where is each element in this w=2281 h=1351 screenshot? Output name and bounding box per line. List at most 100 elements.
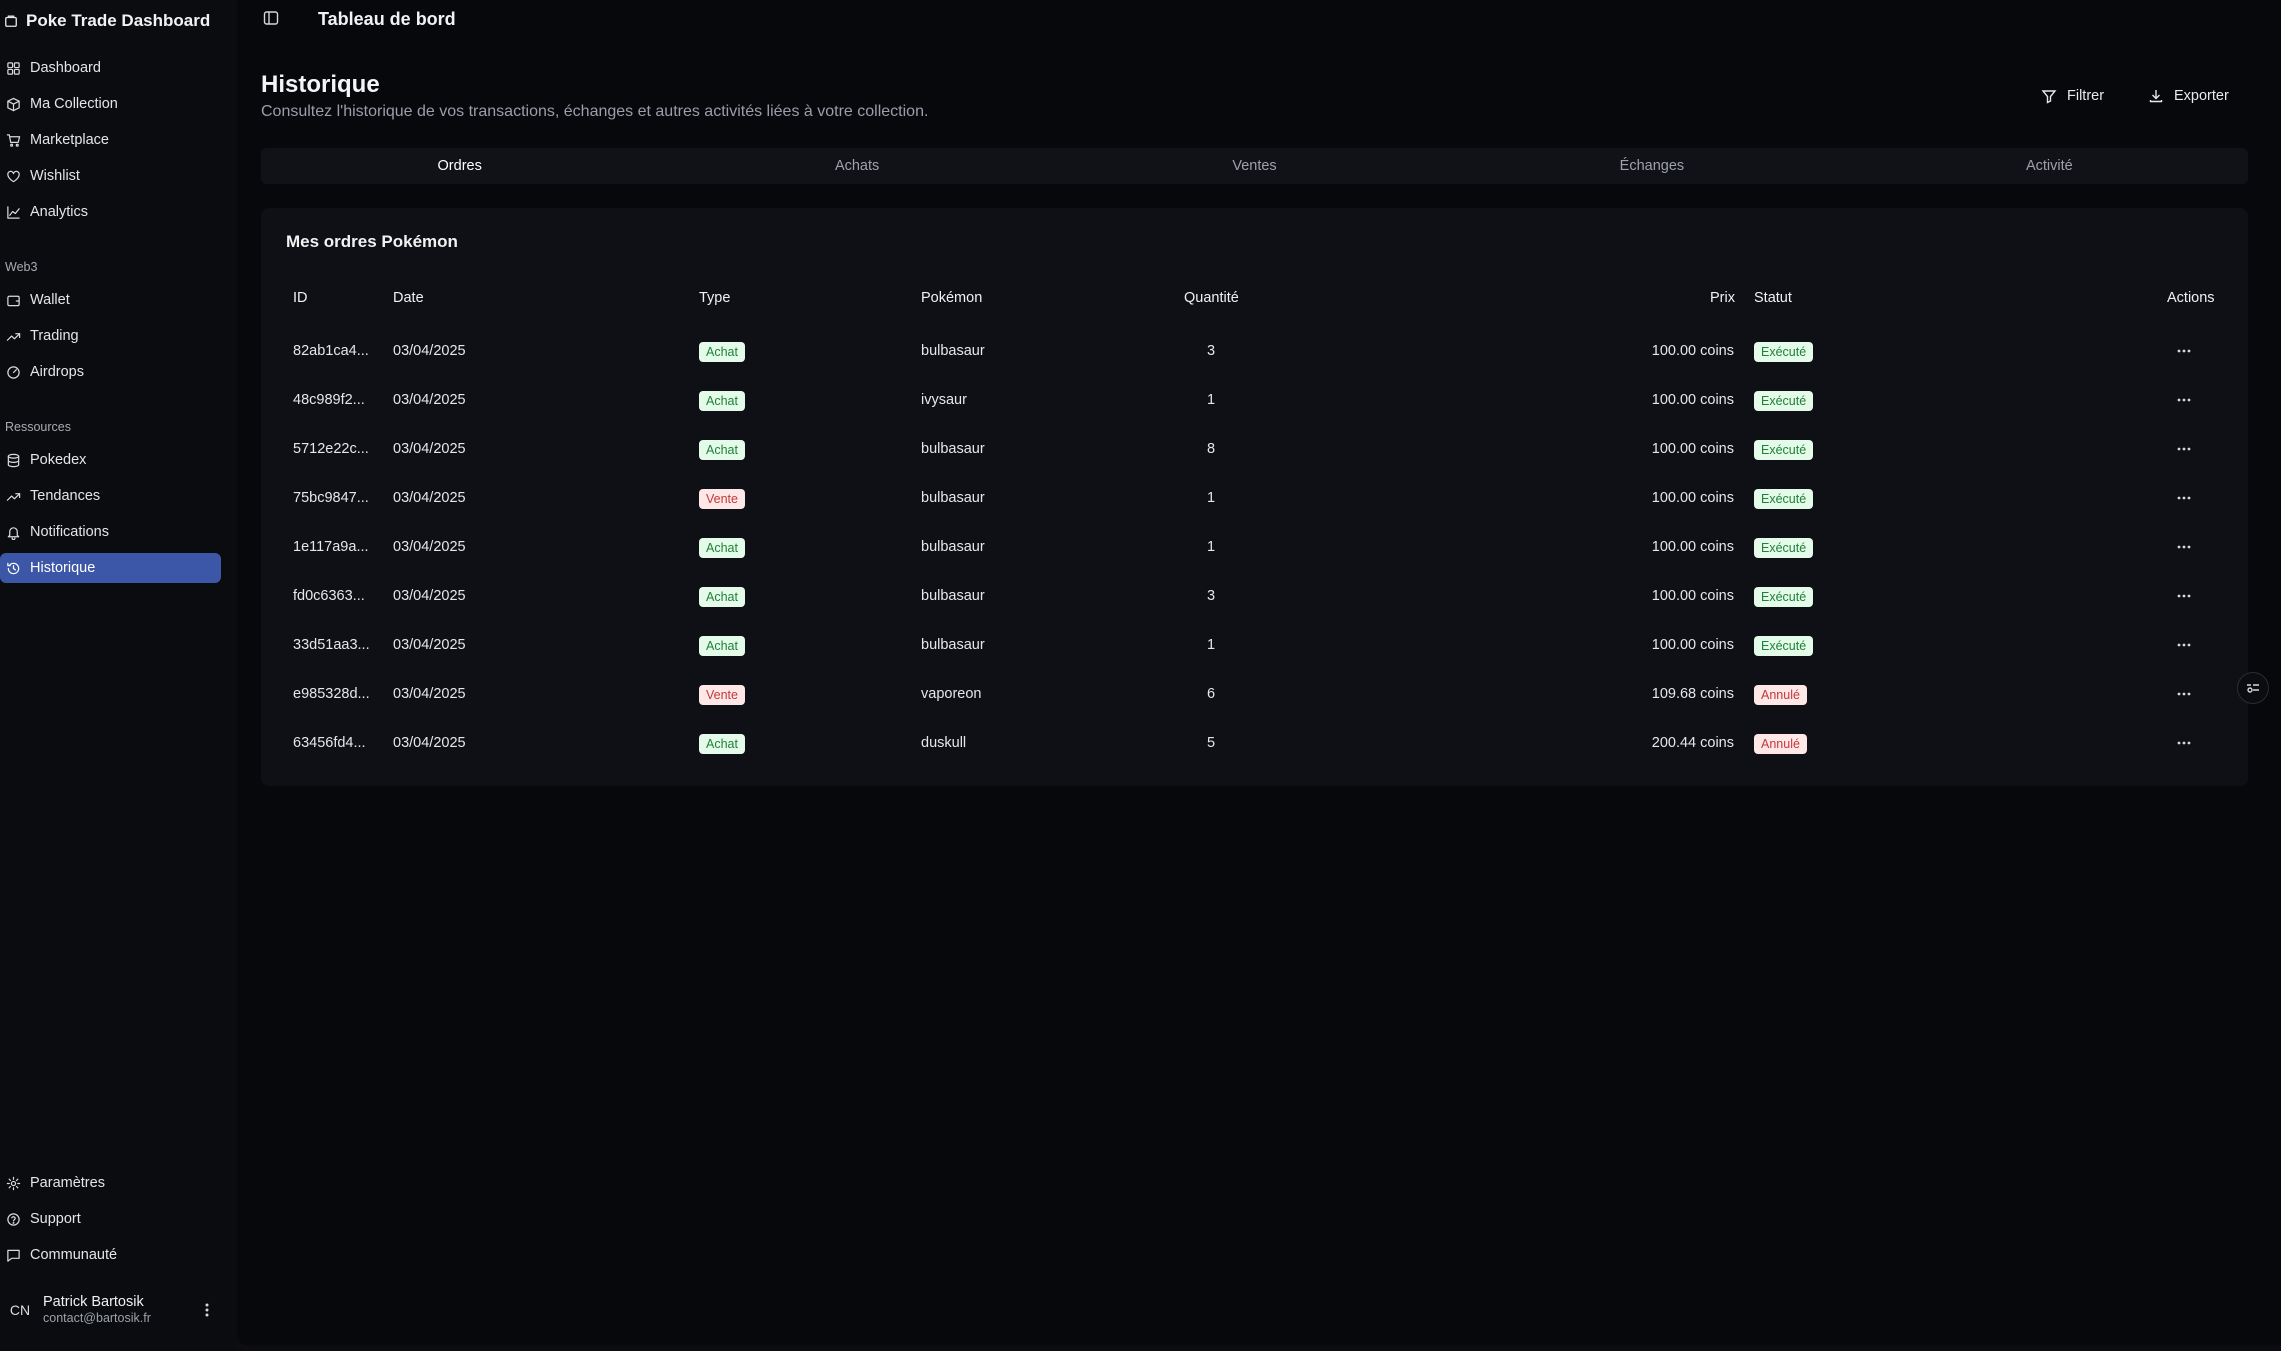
- cell-price: 100.00 coins: [1651, 490, 1734, 506]
- message-icon: [7, 1249, 20, 1262]
- settings-sliders-icon[interactable]: [2237, 672, 2269, 704]
- sidebar-item-label: Dashboard: [30, 60, 101, 76]
- sidebar-item-label: Support: [30, 1211, 81, 1227]
- sidebar-item-airdrops[interactable]: Airdrops: [0, 357, 221, 387]
- history-icon: [7, 562, 20, 574]
- sidebar-item-label: Trading: [30, 328, 79, 344]
- user-email: contact@bartosik.fr: [43, 1311, 151, 1325]
- filter-button[interactable]: Filtrer: [2027, 80, 2118, 112]
- tab-echanges[interactable]: Échanges: [1453, 148, 1850, 184]
- avatar: CN: [9, 1302, 31, 1318]
- sidebar-item-label: Marketplace: [30, 132, 109, 148]
- type-badge: Vente: [699, 489, 745, 509]
- cell-date: 03/04/2025: [393, 343, 466, 359]
- sidebar-toggle-icon[interactable]: [263, 10, 281, 28]
- more-horizontal-icon[interactable]: [2174, 439, 2194, 459]
- tab-activite[interactable]: Activité: [1851, 148, 2248, 184]
- sidebar-item-label: Historique: [30, 560, 96, 576]
- cell-date: 03/04/2025: [393, 588, 466, 604]
- cell-date: 03/04/2025: [393, 637, 466, 653]
- sidebar-item-marketplace[interactable]: Marketplace: [0, 125, 221, 155]
- cell-pokemon: bulbasaur: [921, 343, 985, 359]
- cart-icon: [6, 133, 21, 147]
- sidebar-item-label: Communauté: [30, 1247, 118, 1263]
- sidebar-item-communaute[interactable]: Communauté: [0, 1240, 221, 1270]
- type-badge: Achat: [699, 391, 745, 411]
- chart-line-icon: [7, 205, 20, 219]
- more-horizontal-icon[interactable]: [2174, 537, 2194, 557]
- more-horizontal-icon[interactable]: [2174, 733, 2194, 753]
- export-button[interactable]: Exporter: [2134, 80, 2243, 112]
- package-icon: [5, 15, 17, 27]
- brand[interactable]: Poke Trade Dashboard: [4, 10, 210, 32]
- cell-price: 100.00 coins: [1651, 441, 1734, 457]
- page-subtitle: Consultez l'historique de vos transactio…: [261, 103, 929, 120]
- sidebar-item-historique[interactable]: Historique: [0, 553, 221, 583]
- tab-ventes[interactable]: Ventes: [1056, 148, 1453, 184]
- more-horizontal-icon[interactable]: [2174, 390, 2194, 410]
- tab-achats[interactable]: Achats: [658, 148, 1055, 184]
- more-vertical-icon[interactable]: [199, 1302, 215, 1318]
- cell-pokemon: bulbasaur: [921, 490, 985, 506]
- sidebar-item-parametres[interactable]: Paramètres: [0, 1168, 221, 1198]
- sidebar-item-dashboard[interactable]: Dashboard: [0, 53, 221, 83]
- wallet-icon: [7, 295, 20, 306]
- sidebar-item-label: Wallet: [30, 292, 70, 308]
- sidebar-item-tendances[interactable]: Tendances: [0, 481, 221, 511]
- sidebar-item-ma-collection[interactable]: Ma Collection: [0, 89, 221, 119]
- cell-date: 03/04/2025: [393, 686, 466, 702]
- sidebar-item-wishlist[interactable]: Wishlist: [0, 161, 221, 191]
- cell-quantity: 1: [1207, 637, 1216, 653]
- gauge-icon: [7, 365, 20, 379]
- card-title: Mes ordres Pokémon: [286, 232, 458, 251]
- app-title: Poke Trade Dashboard: [26, 11, 211, 30]
- more-horizontal-icon[interactable]: [2174, 684, 2194, 704]
- cell-date: 03/04/2025: [393, 392, 466, 408]
- orders-card: Mes ordres Pokémon ID Date Type Pokémon …: [261, 208, 2248, 786]
- cell-id: 5712e22c...: [293, 441, 369, 457]
- status-badge: Exécuté: [1754, 440, 1814, 460]
- cell-pokemon: bulbasaur: [921, 588, 985, 604]
- sidebar-item-trading[interactable]: Trading: [0, 321, 221, 351]
- more-horizontal-icon[interactable]: [2174, 586, 2194, 606]
- sidebar-item-pokedex[interactable]: Pokedex: [0, 445, 221, 475]
- status-badge: Exécuté: [1754, 342, 1814, 362]
- cell-date: 03/04/2025: [393, 539, 466, 555]
- cell-pokemon: bulbasaur: [921, 539, 985, 555]
- cell-id: 48c989f2...: [293, 392, 365, 408]
- cell-id: 63456fd4...: [293, 735, 366, 751]
- more-horizontal-icon[interactable]: [2174, 341, 2194, 361]
- sidebar-item-support[interactable]: Support: [0, 1204, 221, 1234]
- sidebar-item-analytics[interactable]: Analytics: [0, 197, 221, 227]
- dashboard-icon: [7, 61, 20, 75]
- type-badge: Achat: [699, 734, 745, 754]
- more-horizontal-icon[interactable]: [2174, 488, 2194, 508]
- type-badge: Achat: [699, 538, 745, 558]
- cell-quantity: 5: [1207, 735, 1216, 751]
- col-header-actions: Actions: [2167, 290, 2215, 306]
- sidebar-item-notifications[interactable]: Notifications: [0, 517, 221, 547]
- cell-date: 03/04/2025: [393, 441, 466, 457]
- col-header-pokemon: Pokémon: [921, 290, 983, 306]
- status-badge: Annulé: [1754, 685, 1807, 705]
- cell-quantity: 8: [1207, 441, 1216, 457]
- sidebar-item-wallet[interactable]: Wallet: [0, 285, 221, 315]
- type-badge: Vente: [699, 685, 745, 705]
- status-badge: Exécuté: [1754, 538, 1814, 558]
- type-badge: Achat: [699, 440, 745, 460]
- cell-id: 1e117a9a...: [293, 539, 369, 555]
- section-label-resources: Ressources: [5, 420, 71, 434]
- cell-id: 82ab1ca4...: [293, 343, 369, 359]
- user-profile[interactable]: CN Patrick Bartosik contact@bartosik.fr: [0, 1290, 221, 1330]
- sidebar-item-label: Analytics: [30, 204, 89, 220]
- more-horizontal-icon[interactable]: [2174, 635, 2194, 655]
- status-badge: Exécuté: [1754, 391, 1814, 411]
- tab-ordres[interactable]: Ordres: [261, 148, 658, 184]
- cell-quantity: 3: [1207, 343, 1216, 359]
- status-badge: Exécuté: [1754, 636, 1814, 656]
- cell-date: 03/04/2025: [393, 735, 466, 751]
- cell-price: 100.00 coins: [1651, 392, 1734, 408]
- cell-pokemon: ivysaur: [921, 392, 967, 408]
- cell-price: 200.44 coins: [1651, 735, 1734, 751]
- type-badge: Achat: [699, 636, 745, 656]
